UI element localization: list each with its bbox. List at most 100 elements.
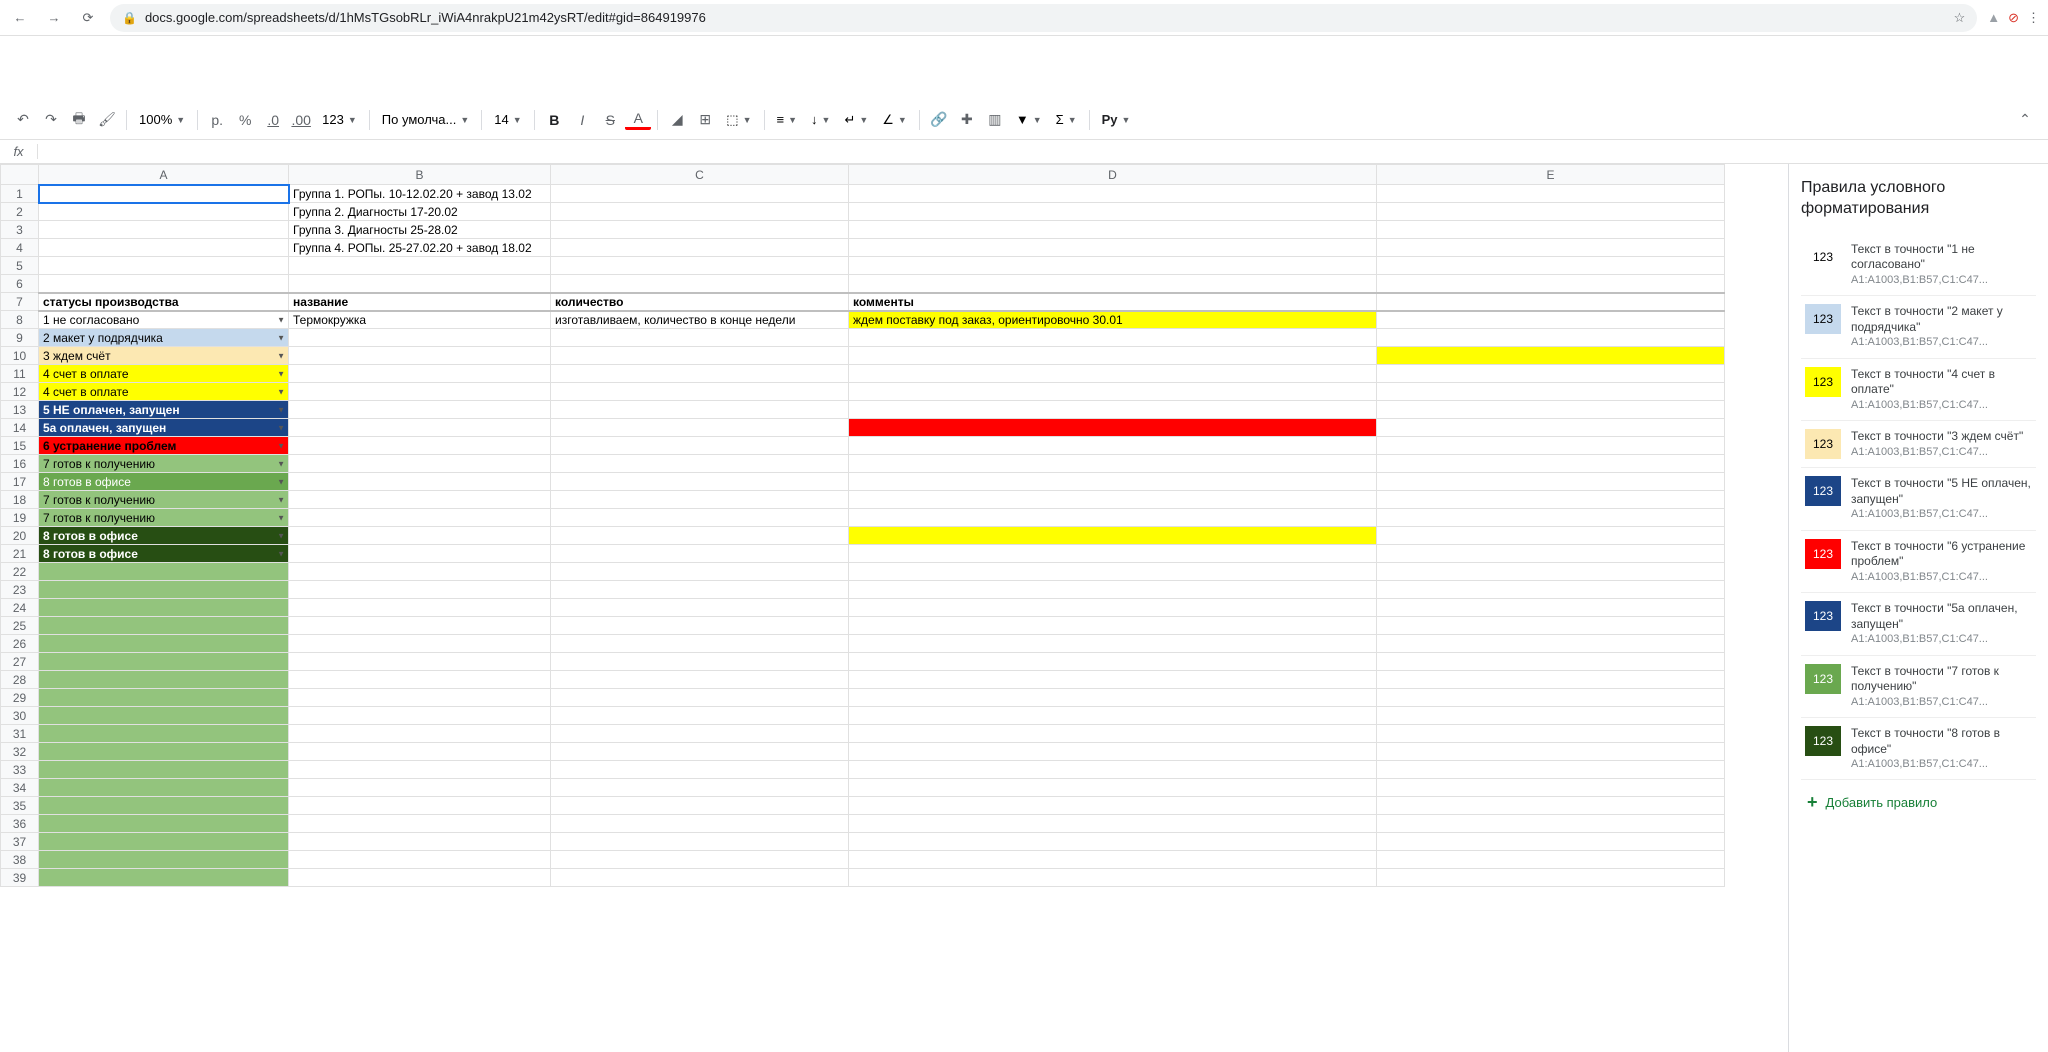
cell-C15[interactable] bbox=[551, 437, 849, 455]
cell-C35[interactable] bbox=[551, 797, 849, 815]
valign-button[interactable]: ↓▼ bbox=[805, 112, 836, 127]
cell-B30[interactable] bbox=[289, 707, 551, 725]
dropdown-icon[interactable]: ▼ bbox=[277, 387, 285, 396]
row-header[interactable]: 36 bbox=[1, 815, 39, 833]
text-color-button[interactable]: A bbox=[625, 110, 651, 130]
cell-B14[interactable] bbox=[289, 419, 551, 437]
col-header-B[interactable]: B bbox=[289, 165, 551, 185]
cell-D24[interactable] bbox=[849, 599, 1377, 617]
row-header[interactable]: 10 bbox=[1, 347, 39, 365]
cell-C5[interactable] bbox=[551, 257, 849, 275]
cell-E27[interactable] bbox=[1377, 653, 1725, 671]
cell-C28[interactable] bbox=[551, 671, 849, 689]
cell-B1[interactable]: Группа 1. РОПы. 10-12.02.20 + завод 13.0… bbox=[289, 185, 551, 203]
formula-input[interactable] bbox=[38, 140, 2048, 163]
row-header[interactable]: 32 bbox=[1, 743, 39, 761]
link-button[interactable]: 🔗 bbox=[926, 107, 952, 133]
cell-E9[interactable] bbox=[1377, 329, 1725, 347]
cell-C36[interactable] bbox=[551, 815, 849, 833]
cell-D15[interactable] bbox=[849, 437, 1377, 455]
row-header[interactable]: 25 bbox=[1, 617, 39, 635]
italic-button[interactable]: I bbox=[569, 107, 595, 133]
row-header[interactable]: 35 bbox=[1, 797, 39, 815]
format-rule-1[interactable]: 123Текст в точности "2 макет у подрядчик… bbox=[1801, 296, 2036, 358]
cell-A9[interactable]: 2 макет у подрядчика▼ bbox=[39, 329, 289, 347]
cell-B23[interactable] bbox=[289, 581, 551, 599]
cell-B29[interactable] bbox=[289, 689, 551, 707]
cell-B34[interactable] bbox=[289, 779, 551, 797]
cell-B12[interactable] bbox=[289, 383, 551, 401]
row-header[interactable]: 14 bbox=[1, 419, 39, 437]
cell-B10[interactable] bbox=[289, 347, 551, 365]
cell-D25[interactable] bbox=[849, 617, 1377, 635]
cell-D8[interactable]: ждем поставку под заказ, ориентировочно … bbox=[849, 311, 1377, 329]
cell-D18[interactable] bbox=[849, 491, 1377, 509]
cell-A22[interactable] bbox=[39, 563, 289, 581]
cell-D17[interactable] bbox=[849, 473, 1377, 491]
row-header[interactable]: 26 bbox=[1, 635, 39, 653]
cell-B4[interactable]: Группа 4. РОПы. 25-27.02.20 + завод 18.0… bbox=[289, 239, 551, 257]
cell-C34[interactable] bbox=[551, 779, 849, 797]
cell-D35[interactable] bbox=[849, 797, 1377, 815]
cell-C17[interactable] bbox=[551, 473, 849, 491]
format-rule-2[interactable]: 123Текст в точности "4 счет в оплате"A1:… bbox=[1801, 359, 2036, 421]
cell-E34[interactable] bbox=[1377, 779, 1725, 797]
cell-D22[interactable] bbox=[849, 563, 1377, 581]
add-rule-button[interactable]: + Добавить правило bbox=[1801, 780, 2036, 825]
url-bar[interactable]: 🔒 docs.google.com/spreadsheets/d/1hMsTGs… bbox=[110, 4, 1977, 32]
cell-E6[interactable] bbox=[1377, 275, 1725, 293]
cell-C38[interactable] bbox=[551, 851, 849, 869]
increase-decimal-button[interactable]: .00 bbox=[288, 107, 314, 133]
cell-B7[interactable]: название bbox=[289, 293, 551, 311]
cell-B22[interactable] bbox=[289, 563, 551, 581]
cell-E23[interactable] bbox=[1377, 581, 1725, 599]
row-header[interactable]: 34 bbox=[1, 779, 39, 797]
cell-A25[interactable] bbox=[39, 617, 289, 635]
cell-A8[interactable]: 1 не согласовано▼ bbox=[39, 311, 289, 329]
cell-E21[interactable] bbox=[1377, 545, 1725, 563]
filter-button[interactable]: ▼▼ bbox=[1010, 112, 1048, 127]
cell-C29[interactable] bbox=[551, 689, 849, 707]
cell-C23[interactable] bbox=[551, 581, 849, 599]
row-header[interactable]: 1 bbox=[1, 185, 39, 203]
row-header[interactable]: 38 bbox=[1, 851, 39, 869]
cell-A12[interactable]: 4 счет в оплате▼ bbox=[39, 383, 289, 401]
format-rule-0[interactable]: 123Текст в точности "1 не согласовано"A1… bbox=[1801, 234, 2036, 296]
cell-A32[interactable] bbox=[39, 743, 289, 761]
row-header[interactable]: 20 bbox=[1, 527, 39, 545]
cell-E24[interactable] bbox=[1377, 599, 1725, 617]
cell-C27[interactable] bbox=[551, 653, 849, 671]
cell-B31[interactable] bbox=[289, 725, 551, 743]
rotate-button[interactable]: ∠▼ bbox=[876, 112, 913, 128]
row-header[interactable]: 4 bbox=[1, 239, 39, 257]
cell-B26[interactable] bbox=[289, 635, 551, 653]
cell-A21[interactable]: 8 готов в офисе▼ bbox=[39, 545, 289, 563]
cell-D30[interactable] bbox=[849, 707, 1377, 725]
cell-E8[interactable] bbox=[1377, 311, 1725, 329]
cell-B38[interactable] bbox=[289, 851, 551, 869]
cell-B9[interactable] bbox=[289, 329, 551, 347]
select-all-corner[interactable] bbox=[1, 165, 39, 185]
cell-A1[interactable] bbox=[39, 185, 289, 203]
cell-D3[interactable] bbox=[849, 221, 1377, 239]
cell-E7[interactable] bbox=[1377, 293, 1725, 311]
row-header[interactable]: 16 bbox=[1, 455, 39, 473]
cell-A19[interactable]: 7 готов к получению▼ bbox=[39, 509, 289, 527]
row-header[interactable]: 6 bbox=[1, 275, 39, 293]
percent-button[interactable]: % bbox=[232, 107, 258, 133]
cell-C2[interactable] bbox=[551, 203, 849, 221]
cell-B3[interactable]: Группа 3. Диагносты 25-28.02 bbox=[289, 221, 551, 239]
comment-button[interactable]: ✚ bbox=[954, 107, 980, 133]
cell-A4[interactable] bbox=[39, 239, 289, 257]
cell-B6[interactable] bbox=[289, 275, 551, 293]
cell-E32[interactable] bbox=[1377, 743, 1725, 761]
cell-D12[interactable] bbox=[849, 383, 1377, 401]
format-rule-8[interactable]: 123Текст в точности "8 готов в офисе"A1:… bbox=[1801, 718, 2036, 780]
dropdown-icon[interactable]: ▼ bbox=[277, 405, 285, 414]
dropdown-icon[interactable]: ▼ bbox=[277, 423, 285, 432]
collapse-toolbar-button[interactable]: ⌃ bbox=[2012, 107, 2038, 133]
row-header[interactable]: 28 bbox=[1, 671, 39, 689]
cell-E12[interactable] bbox=[1377, 383, 1725, 401]
cell-C37[interactable] bbox=[551, 833, 849, 851]
cell-E30[interactable] bbox=[1377, 707, 1725, 725]
